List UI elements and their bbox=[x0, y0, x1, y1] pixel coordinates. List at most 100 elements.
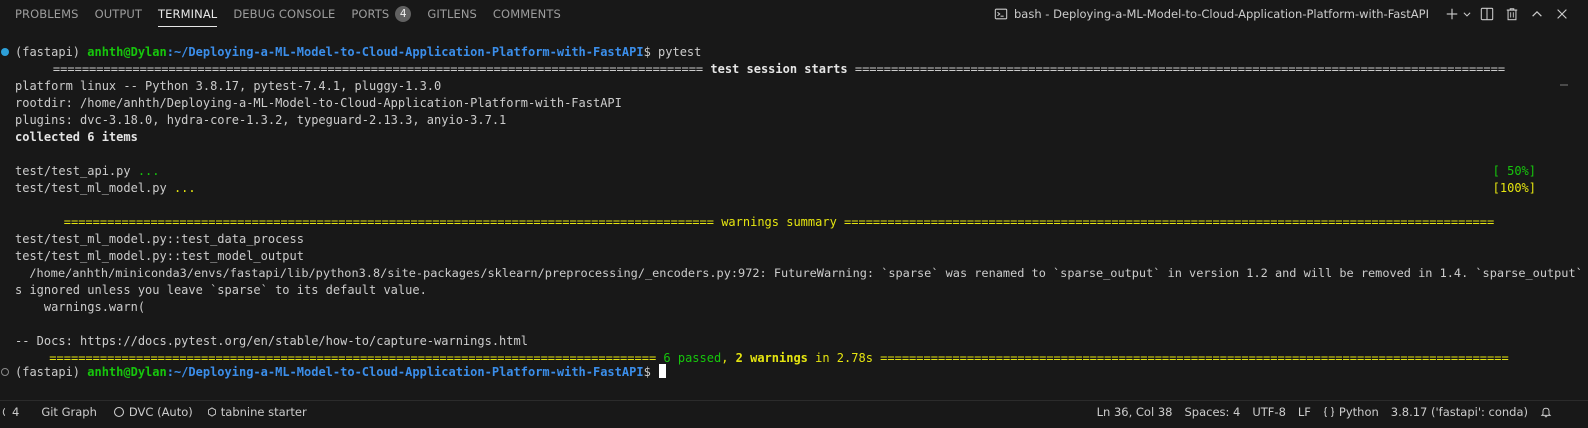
circle-icon bbox=[113, 406, 124, 417]
tabnine-icon bbox=[207, 406, 216, 417]
docs-link-line[interactable]: -- Docs: https://docs.pytest.org/en/stab… bbox=[15, 333, 528, 350]
status-bar-left: 4 Git Graph DVC (Auto) tabnine starter bbox=[0, 401, 313, 423]
session-header-text: test session starts bbox=[703, 62, 855, 76]
warning-test-line: test/test_ml_model.py::test_data_process bbox=[15, 232, 304, 246]
warning-message-line: /home/anhth/miniconda3/envs/fastapi/lib/… bbox=[15, 266, 1588, 280]
test-progress: [ 50%] bbox=[1492, 164, 1536, 178]
trash-icon bbox=[1506, 8, 1518, 21]
separator-left: ========================================… bbox=[63, 215, 714, 229]
warnings-header-line: ========================================… bbox=[15, 214, 1543, 231]
tab-label: OUTPUT bbox=[94, 7, 143, 21]
language-mode-status[interactable]: Python bbox=[1317, 401, 1385, 423]
status-bar: 4 Git Graph DVC (Auto) tabnine starter L… bbox=[0, 400, 1588, 422]
tab-label: TERMINAL bbox=[158, 7, 218, 21]
tab-debug-console[interactable]: DEBUG CONSOLE bbox=[225, 0, 343, 28]
separator-left: ========================================… bbox=[52, 62, 704, 76]
indentation: Spaces: 4 bbox=[1184, 405, 1241, 419]
encoding-status[interactable]: UTF-8 bbox=[1246, 401, 1292, 423]
separator-right: ========================================… bbox=[880, 351, 1509, 365]
warnings-header-text: warnings summary bbox=[713, 215, 845, 229]
terminal-output[interactable]: (fastapi) anhth@Dylan:~/Deploying-a-ML-M… bbox=[0, 40, 1588, 395]
prompt-line: (fastapi) anhth@Dylan:~/Deploying-a-ML-M… bbox=[15, 364, 667, 381]
cursor-position: Ln 36, Col 38 bbox=[1096, 405, 1173, 419]
tab-label: DEBUG CONSOLE bbox=[233, 7, 336, 21]
passed-count: 6 passed bbox=[663, 351, 722, 365]
python-interpreter: 3.8.17 ('fastapi': conda) bbox=[1390, 405, 1528, 419]
maximize-panel-button[interactable] bbox=[1525, 2, 1549, 26]
indentation-status[interactable]: Spaces: 4 bbox=[1178, 401, 1246, 423]
chevron-up-icon bbox=[1532, 10, 1542, 17]
dvc-status[interactable]: DVC (Auto) bbox=[107, 401, 199, 423]
prompt-user-host: anhth@Dylan bbox=[87, 45, 167, 59]
terminal-title-text: bash - Deploying-a-ML-Model-to-Cloud-App… bbox=[1014, 7, 1429, 21]
status-bar-right: Ln 36, Col 38 Spaces: 4 UTF-8 LF Python … bbox=[1091, 401, 1562, 423]
separator-left: ========================================… bbox=[49, 351, 657, 365]
conda-env: (fastapi) bbox=[15, 45, 88, 59]
platform-line: platform linux -- Python 3.8.17, pytest-… bbox=[15, 79, 442, 93]
dvc-label: DVC (Auto) bbox=[128, 404, 193, 419]
language-mode: Python bbox=[1338, 405, 1379, 419]
test-progress: [100%] bbox=[1492, 181, 1536, 195]
eol-status[interactable]: LF bbox=[1292, 401, 1317, 423]
tabnine-label: tabnine starter bbox=[220, 404, 307, 419]
terminal-cursor bbox=[659, 364, 667, 378]
panel-actions: bash - Deploying-a-ML-Model-to-Cloud-App… bbox=[994, 0, 1574, 28]
close-icon bbox=[1557, 9, 1567, 19]
command-pending-decoration[interactable] bbox=[1, 368, 9, 376]
notifications-button[interactable] bbox=[1534, 401, 1562, 423]
cursor-position-status[interactable]: Ln 36, Col 38 bbox=[1091, 401, 1179, 423]
test-file: test/test_ml_model.py bbox=[15, 181, 174, 195]
session-header-line: ========================================… bbox=[15, 61, 1543, 78]
tab-ports[interactable]: PORTS 4 bbox=[343, 0, 419, 28]
split-terminal-button[interactable] bbox=[1475, 2, 1499, 26]
kill-terminal-button[interactable] bbox=[1500, 2, 1524, 26]
scrollbar-marker bbox=[1560, 84, 1568, 86]
test-file: test/test_api.py bbox=[15, 164, 138, 178]
tab-terminal[interactable]: TERMINAL bbox=[150, 0, 225, 28]
tabnine-status[interactable]: tabnine starter bbox=[201, 401, 313, 423]
terminal-instance-title[interactable]: bash - Deploying-a-ML-Model-to-Cloud-App… bbox=[994, 7, 1429, 21]
braces-icon bbox=[1324, 407, 1334, 417]
tab-label: GITLENS bbox=[427, 7, 477, 21]
separator-right: ========================================… bbox=[854, 62, 1506, 76]
tab-comments[interactable]: COMMENTS bbox=[485, 0, 569, 28]
collected-line: collected 6 items bbox=[15, 130, 138, 144]
test-dots: ... bbox=[137, 164, 160, 178]
tab-problems[interactable]: PROBLEMS bbox=[7, 0, 87, 28]
chevron-down-icon bbox=[1463, 12, 1471, 17]
plus-icon bbox=[1446, 8, 1458, 20]
ports-count-badge: 4 bbox=[395, 6, 412, 22]
close-panel-button[interactable] bbox=[1550, 2, 1574, 26]
bell-icon bbox=[1540, 407, 1552, 418]
warning-call-line: warnings.warn( bbox=[15, 300, 146, 314]
conda-env: (fastapi) bbox=[15, 365, 88, 379]
prompt-path: :~/Deploying-a-ML-Model-to-Cloud-Applica… bbox=[166, 45, 644, 59]
tab-label: COMMENTS bbox=[492, 7, 561, 21]
broadcast-icon bbox=[2, 407, 6, 416]
test-result-line: test/test_ml_model.py ... bbox=[15, 180, 196, 197]
eol: LF bbox=[1297, 405, 1311, 419]
summary-comma: , bbox=[721, 351, 736, 365]
tab-output[interactable]: OUTPUT bbox=[87, 0, 150, 28]
panel-header: PROBLEMS OUTPUT TERMINAL DEBUG CONSOLE P… bbox=[0, 0, 1588, 28]
rootdir-line: rootdir: /home/anhth/Deploying-a-ML-Mode… bbox=[15, 96, 622, 110]
ports-count: 4 bbox=[12, 404, 20, 419]
command-success-decoration[interactable] bbox=[1, 48, 9, 56]
test-result-line: test/test_api.py ... bbox=[15, 163, 160, 180]
panel-tabs: PROBLEMS OUTPUT TERMINAL DEBUG CONSOLE P… bbox=[0, 0, 569, 28]
split-icon bbox=[1480, 7, 1494, 21]
git-graph-status[interactable]: Git Graph bbox=[35, 401, 103, 423]
prompt-line: (fastapi) anhth@Dylan:~/Deploying-a-ML-M… bbox=[15, 44, 701, 61]
tab-gitlens[interactable]: GITLENS bbox=[419, 0, 485, 28]
separator-right: ========================================… bbox=[844, 215, 1495, 229]
tab-label: PROBLEMS bbox=[15, 7, 79, 21]
plugins-line: plugins: dvc-3.18.0, hydra-core-1.3.2, t… bbox=[15, 113, 507, 127]
forwarded-ports-status[interactable]: 4 bbox=[0, 401, 25, 423]
terminal-profiles-dropdown[interactable] bbox=[1460, 2, 1474, 26]
duration: in 2.78s bbox=[807, 351, 881, 365]
command-text: pytest bbox=[658, 45, 702, 59]
prompt-symbol: $ bbox=[643, 45, 659, 59]
terminal-icon bbox=[994, 8, 1008, 20]
python-interpreter-status[interactable]: 3.8.17 ('fastapi': conda) bbox=[1385, 401, 1534, 423]
prompt-user-host: anhth@Dylan bbox=[87, 365, 167, 379]
